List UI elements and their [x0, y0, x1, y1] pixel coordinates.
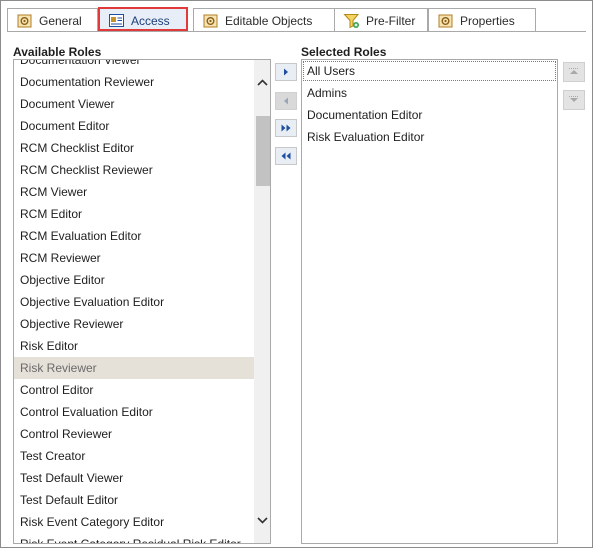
available-role-item[interactable]: Risk Event Category Residual Risk Editor: [14, 533, 254, 543]
scroll-down-button[interactable]: [254, 512, 270, 529]
tab-label: Editable Objects: [225, 13, 313, 28]
add-role-button[interactable]: [275, 63, 297, 81]
selected-role-item[interactable]: All Users: [302, 60, 557, 82]
chevron-left-icon: [284, 97, 288, 105]
tab-divider: [7, 31, 586, 32]
tab-label: Properties: [460, 13, 515, 28]
double-chevron-left-icon: [281, 152, 291, 160]
move-up-button[interactable]: [563, 62, 585, 82]
filter-icon: [343, 12, 360, 29]
scrollbar-thumb[interactable]: [256, 116, 270, 186]
double-chevron-right-icon: [281, 124, 291, 132]
available-role-item[interactable]: Risk Reviewer: [14, 357, 254, 379]
selected-roles-heading: Selected Roles: [301, 45, 387, 59]
available-role-item[interactable]: RCM Evaluation Editor: [14, 225, 254, 247]
move-down-button[interactable]: [563, 90, 585, 110]
available-role-item[interactable]: Control Evaluation Editor: [14, 401, 254, 423]
tab-bar: General Access Editable Objects Pre-Filt…: [7, 8, 537, 32]
gear-document-icon: [437, 12, 454, 29]
move-up-icon: [569, 68, 579, 74]
selected-role-item[interactable]: Admins: [302, 82, 557, 104]
available-role-item[interactable]: Objective Evaluation Editor: [14, 291, 254, 313]
chevron-down-icon: [257, 517, 268, 524]
available-role-item[interactable]: RCM Checklist Reviewer: [14, 159, 254, 181]
available-role-item[interactable]: Risk Event Category Editor: [14, 511, 254, 533]
selected-roles-listbox[interactable]: All Users Admins Documentation Editor Risk …: [301, 59, 558, 544]
gear-document-icon: [202, 12, 219, 29]
available-role-item[interactable]: Test Default Editor: [14, 489, 254, 511]
remove-all-roles-button[interactable]: [275, 147, 297, 165]
chevron-up-icon: [257, 79, 268, 86]
available-role-item[interactable]: Control Reviewer: [14, 423, 254, 445]
remove-role-button[interactable]: [275, 92, 297, 110]
available-role-item[interactable]: Objective Editor: [14, 269, 254, 291]
tab-label: Pre-Filter: [366, 13, 416, 28]
tab-access[interactable]: Access: [99, 8, 187, 32]
selected-role-item[interactable]: Risk Evaluation Editor: [302, 126, 557, 148]
vertical-scrollbar[interactable]: [254, 60, 270, 543]
available-role-item[interactable]: Document Viewer: [14, 93, 254, 115]
chevron-right-icon: [284, 68, 288, 76]
tab-pre-filter[interactable]: Pre-Filter: [334, 8, 428, 32]
available-role-item[interactable]: Risk Editor: [14, 335, 254, 357]
add-all-roles-button[interactable]: [275, 119, 297, 137]
access-dialog: General Access Editable Objects Pre-Filt…: [0, 0, 593, 548]
available-role-item[interactable]: Test Default Viewer: [14, 467, 254, 489]
selected-role-item[interactable]: Documentation Editor: [302, 104, 557, 126]
available-roles-list: Documentation Viewer Documentation Review…: [14, 60, 254, 543]
available-role-item[interactable]: Document Editor: [14, 115, 254, 137]
tab-general[interactable]: General: [7, 8, 98, 32]
available-role-item[interactable]: Documentation Viewer: [14, 60, 254, 71]
available-role-item[interactable]: RCM Editor: [14, 203, 254, 225]
available-role-item[interactable]: RCM Viewer: [14, 181, 254, 203]
available-roles-heading: Available Roles: [13, 45, 102, 59]
tab-label: General: [39, 13, 82, 28]
move-down-icon: [569, 96, 579, 102]
gear-document-icon: [16, 12, 33, 29]
tab-properties[interactable]: Properties: [428, 8, 536, 32]
available-roles-listbox[interactable]: Documentation Viewer Documentation Review…: [13, 59, 271, 544]
tab-label: Access: [131, 13, 170, 28]
selected-roles-list: All Users Admins Documentation Editor Risk …: [302, 60, 557, 148]
available-role-item[interactable]: Documentation Reviewer: [14, 71, 254, 93]
tab-editable-objects[interactable]: Editable Objects: [193, 8, 335, 32]
available-role-item[interactable]: Test Creator: [14, 445, 254, 467]
available-roles-viewport: Documentation Viewer Documentation Review…: [14, 60, 254, 543]
available-role-item[interactable]: RCM Checklist Editor: [14, 137, 254, 159]
available-role-item[interactable]: Control Editor: [14, 379, 254, 401]
available-role-item[interactable]: Objective Reviewer: [14, 313, 254, 335]
access-card-icon: [108, 12, 125, 29]
available-role-item[interactable]: RCM Reviewer: [14, 247, 254, 269]
scroll-up-button[interactable]: [254, 74, 270, 91]
